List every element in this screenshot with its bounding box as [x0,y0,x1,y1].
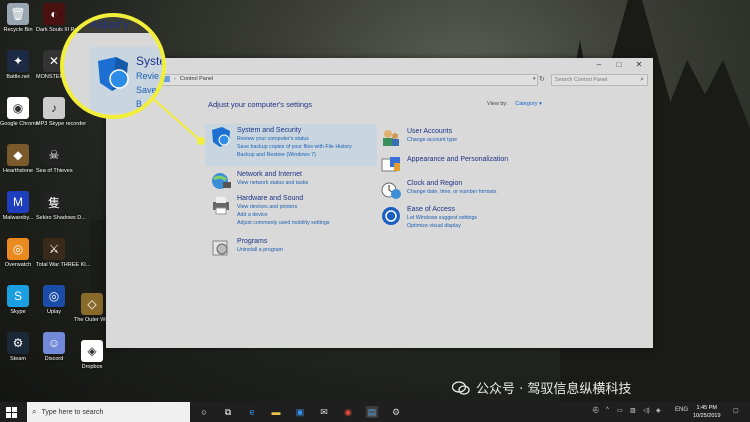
magnified-link-2: Save [136,85,157,95]
windows-start-icon[interactable] [6,407,17,418]
cortana-icon[interactable]: ○ [198,406,210,418]
file-explorer-icon[interactable]: ▬ [270,406,282,418]
magnified-link-1: Revie [136,71,160,81]
magnified-heading: Adjust y [90,19,130,31]
chrome-icon[interactable]: ◉ [342,406,354,418]
task-view-icon[interactable]: ⧉ [222,406,234,418]
volume-icon[interactable]: ◁) [643,407,650,414]
edge-icon[interactable]: e [246,406,258,418]
mail-icon[interactable]: ✉ [318,406,330,418]
steam-taskbar-icon[interactable]: ⚙ [390,406,402,418]
network-icon[interactable]: ▥ [630,407,636,414]
dropbox-tray-icon[interactable]: ◈ [656,407,661,414]
store-icon[interactable]: ▣ [294,406,306,418]
magnified-link-3: B [136,99,143,109]
magnified-title: Syste [136,54,166,68]
watermark: 公众号 · 驾驭信息纵横科技 [452,378,631,397]
notifications-icon[interactable]: ▢ [733,407,739,414]
clock-date: 10/25/2019 [693,413,721,419]
show-hidden-icons[interactable]: ^ [606,407,609,413]
taskbar-search-placeholder: Type here to search [41,408,104,416]
callout-dot [197,137,205,145]
magnifier-callout: Adjust y Syste Revie Save B [60,13,166,119]
search-icon: ⌕ [32,407,37,416]
language-indicator[interactable]: ENG [675,407,688,413]
clock[interactable]: 1:45 PM 10/25/2019 [693,404,721,420]
clock-time: 1:45 PM [696,405,717,411]
battery-icon[interactable]: ▭ [617,407,623,414]
people-icon[interactable]: ⛑ [592,407,600,414]
shield-icon [98,57,129,91]
watermark-text: 公众号 · 驾驭信息纵横科技 [476,382,632,397]
taskbar: ⌕ Type here to search ○ ⧉ e ▬ ▣ ✉ ◉ ▤ ⚙ … [0,402,750,422]
taskbar-search-input[interactable]: ⌕ Type here to search [27,402,190,422]
wechat-icon [452,380,470,395]
control-panel-taskbar-icon[interactable]: ▤ [366,406,378,418]
